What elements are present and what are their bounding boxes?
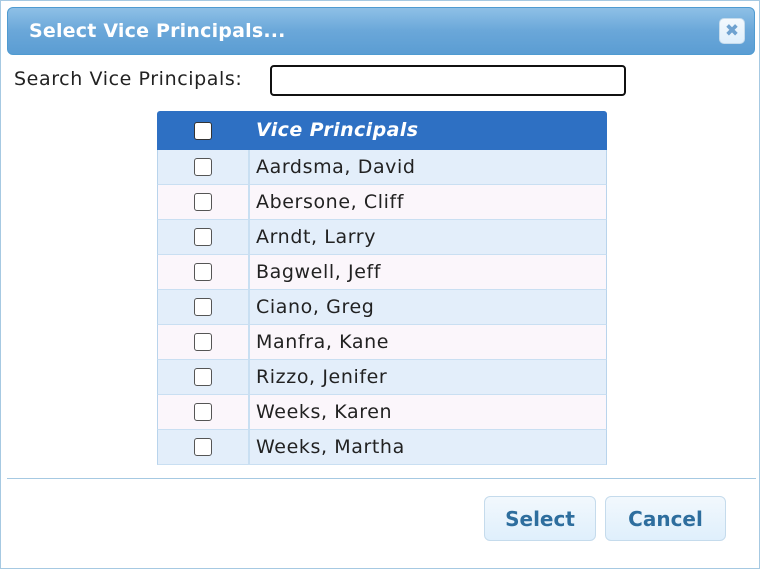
row-checkbox[interactable] <box>194 158 212 176</box>
table-row[interactable]: Bagwell, Jeff <box>157 255 607 290</box>
cancel-button[interactable]: Cancel <box>605 496 726 541</box>
vice-principals-list: Aardsma, David Abersone, Cliff Arndt, La… <box>157 150 607 465</box>
vice-principal-name: Abersone, Cliff <box>256 191 405 213</box>
row-checkbox-cell <box>158 290 250 324</box>
row-checkbox-cell <box>158 255 250 289</box>
row-checkbox[interactable] <box>194 228 212 246</box>
close-button[interactable]: ✖ <box>719 18 745 44</box>
close-icon: ✖ <box>724 20 740 41</box>
row-checkbox-cell <box>158 430 250 464</box>
row-checkbox[interactable] <box>194 333 212 351</box>
dialog-titlebar[interactable]: Select Vice Principals... ✖ <box>7 7 755 55</box>
button-pane-divider <box>7 478 756 479</box>
table-row[interactable]: Abersone, Cliff <box>157 185 607 220</box>
table-row[interactable]: Ciano, Greg <box>157 290 607 325</box>
table-row[interactable]: Weeks, Martha <box>157 430 607 465</box>
vice-principal-name: Weeks, Martha <box>256 436 405 458</box>
vice-principal-name: Arndt, Larry <box>256 226 377 248</box>
select-vice-principals-dialog: Select Vice Principals... ✖ Search Vice … <box>0 0 760 569</box>
row-checkbox[interactable] <box>194 403 212 421</box>
header-checkbox-cell <box>157 111 248 150</box>
search-input[interactable] <box>270 65 626 96</box>
column-header-vice-principals[interactable]: Vice Principals <box>256 119 418 141</box>
vice-principal-name: Bagwell, Jeff <box>256 261 382 283</box>
row-checkbox-cell <box>158 150 250 184</box>
vice-principal-name: Weeks, Karen <box>256 401 393 423</box>
dialog-title: Select Vice Principals... <box>29 20 286 42</box>
table-row[interactable]: Rizzo, Jenifer <box>157 360 607 395</box>
row-checkbox-cell <box>158 220 250 254</box>
row-checkbox-cell <box>158 325 250 359</box>
row-checkbox[interactable] <box>194 368 212 386</box>
row-checkbox[interactable] <box>194 438 212 456</box>
select-all-checkbox[interactable] <box>193 121 212 140</box>
table-row[interactable]: Weeks, Karen <box>157 395 607 430</box>
search-label: Search Vice Principals: <box>14 68 243 90</box>
vice-principal-name: Ciano, Greg <box>256 296 375 318</box>
row-checkbox[interactable] <box>194 263 212 281</box>
table-row[interactable]: Aardsma, David <box>157 150 607 185</box>
grid-header: Vice Principals <box>157 111 607 150</box>
row-checkbox-cell <box>158 395 250 429</box>
vice-principal-name: Rizzo, Jenifer <box>256 366 388 388</box>
table-row[interactable]: Arndt, Larry <box>157 220 607 255</box>
table-row[interactable]: Manfra, Kane <box>157 325 607 360</box>
vice-principal-name: Aardsma, David <box>256 156 416 178</box>
row-checkbox-cell <box>158 185 250 219</box>
row-checkbox-cell <box>158 360 250 394</box>
row-checkbox[interactable] <box>194 298 212 316</box>
select-button[interactable]: Select <box>484 496 596 541</box>
row-checkbox[interactable] <box>194 193 212 211</box>
vice-principal-name: Manfra, Kane <box>256 331 390 353</box>
